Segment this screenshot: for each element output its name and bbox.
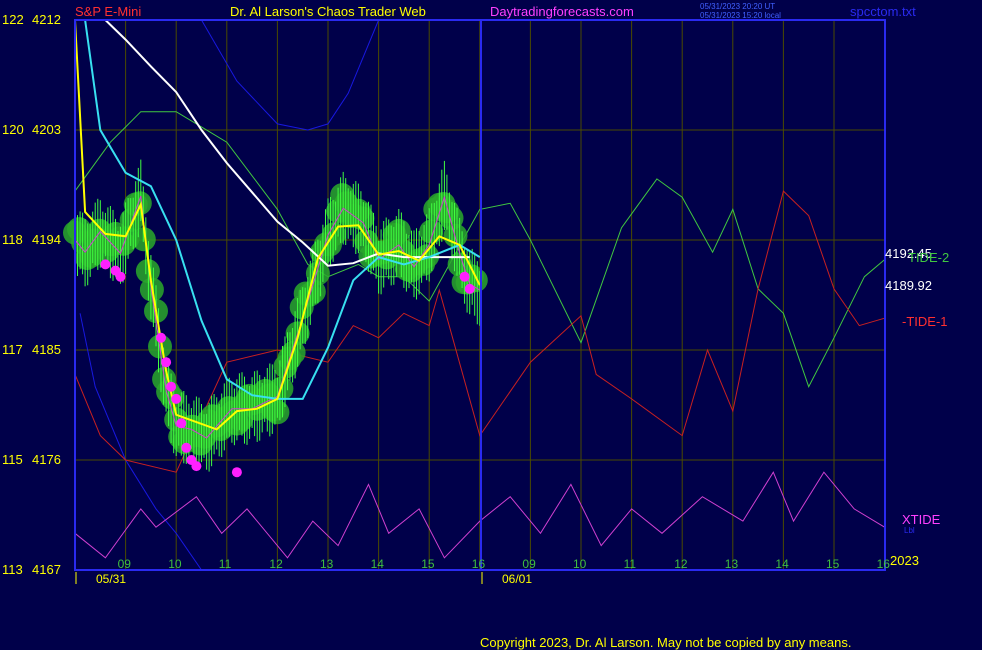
magenta-dot (100, 259, 111, 270)
magenta-dot (171, 393, 182, 404)
y-label-right: 4212 (32, 12, 61, 27)
x-hour-label: 15 (826, 557, 840, 571)
time-local: 05/31/2023 15:20 local (700, 11, 781, 20)
magenta-dot (156, 332, 166, 343)
y-label-right: 4167 (32, 562, 61, 577)
x-hour-label: 13 (320, 557, 334, 571)
price-4189: 4189.92 (885, 278, 932, 293)
y-label-right: 4203 (32, 122, 61, 137)
magenta-dot (161, 357, 172, 368)
y-label-right: 4194 (32, 232, 61, 247)
magenta-dot (231, 467, 242, 478)
y-label-right: 4185 (32, 342, 61, 357)
candle-blob (127, 191, 152, 216)
symbol-label: S&P E-Mini (75, 4, 141, 19)
x-hour-label: 16 (472, 557, 486, 571)
lbl-label: Lbl (904, 526, 915, 535)
chart-title: Dr. Al Larson's Chaos Trader Web (230, 4, 426, 19)
magenta-dot (181, 442, 192, 453)
x-hour-label: 10 (573, 557, 587, 571)
date-label: 06/01 (502, 572, 532, 586)
magenta-dot (459, 271, 470, 282)
y-label-left: 122 (2, 12, 24, 27)
site-label: Daytradingforecasts.com (490, 4, 634, 19)
magenta-dot (464, 283, 475, 294)
magenta-dot (115, 271, 126, 282)
copyright: Copyright 2023, Dr. Al Larson. May not b… (480, 635, 851, 650)
magenta-dot (166, 381, 177, 392)
y-label-left: 115 (2, 452, 23, 467)
y-label-left: 118 (2, 232, 23, 247)
x-hour-label: 10 (168, 557, 182, 571)
x-hour-label: 15 (421, 557, 435, 571)
chaos-chart: 122 4212 120 4203 118 4194 117 4185 115 4176 113 41… (0, 0, 982, 650)
y-label-left: 120 (2, 122, 24, 137)
x-hour-label: 11 (624, 557, 637, 571)
magenta-dot (191, 461, 202, 472)
x-hour-label: 16 (877, 557, 891, 571)
y-label-left: 113 (2, 562, 23, 577)
x-hour-label: 09 (522, 557, 536, 571)
y-label-left: 117 (2, 342, 23, 357)
file-label: spcctom.txt (850, 4, 916, 19)
x-hour-label: 12 (269, 557, 283, 571)
date-label: 05/31 (96, 572, 126, 586)
x-hour-label: 09 (118, 557, 132, 571)
x-hour-label: 13 (725, 557, 739, 571)
x-hour-label: 14 (775, 557, 789, 571)
time-ut: 05/31/2023 20:20 UT (700, 2, 775, 11)
magenta-dot (176, 418, 187, 429)
year-label: 2023 (890, 553, 919, 568)
y-label-right: 4176 (32, 452, 61, 467)
x-hour-label: 12 (674, 557, 688, 571)
tide2-label: TIDE-2 (908, 250, 949, 265)
x-hour-label: 11 (219, 557, 232, 571)
tide1-label: -TIDE-1 (902, 314, 948, 329)
x-hour-label: 14 (371, 557, 385, 571)
xtide-label: XTIDE (902, 512, 941, 527)
